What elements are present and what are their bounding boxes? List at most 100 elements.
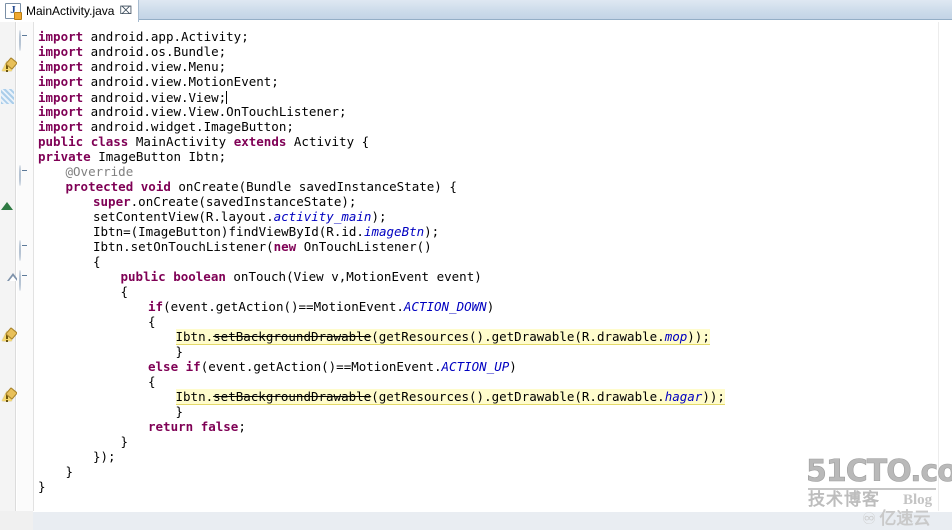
code-tokens: { (148, 374, 156, 389)
watermark-blog-label: Blog (903, 492, 933, 508)
code-token: (getResources().getDrawable(R.drawable. (371, 329, 665, 344)
code-line[interactable]: private ImageButton Ibtn; (38, 149, 226, 164)
code-token: public (120, 269, 166, 284)
code-line[interactable]: } (66, 464, 74, 479)
code-line[interactable]: import android.os.Bundle; (38, 44, 226, 59)
fold-collapse-icon[interactable] (19, 270, 21, 291)
code-token: setBackgroundDrawable (213, 389, 372, 404)
code-token: { (148, 374, 156, 389)
code-tokens: public class MainActivity extends Activi… (38, 134, 369, 149)
code-tokens: } (38, 479, 46, 494)
watermark-cloud-label: 亿速云 (879, 509, 931, 529)
editor-tab-label: MainActivity.java (26, 4, 115, 18)
code-tokens: import android.widget.ImageButton; (38, 119, 294, 134)
code-token: import (38, 119, 84, 134)
watermark-brand: 51CTO.com (806, 454, 952, 489)
code-token: ); (371, 209, 387, 224)
editor-tab-mainactivity[interactable]: MainActivity.java ⌧ (0, 0, 140, 22)
code-line[interactable]: } (176, 404, 184, 419)
code-tokens: }); (93, 449, 116, 464)
code-line[interactable]: { (93, 254, 101, 269)
annotation-gutter[interactable] (0, 22, 18, 511)
code-token: ); (424, 224, 440, 239)
fold-collapse-icon[interactable] (19, 30, 21, 51)
code-line[interactable]: public boolean onTouch(View v,MotionEven… (121, 269, 482, 284)
code-tokens: protected void onCreate(Bundle savedInst… (66, 179, 457, 194)
code-token: } (175, 404, 184, 419)
code-tokens: } (121, 434, 129, 449)
override-method-marker-icon[interactable] (1, 183, 13, 210)
code-token: MainActivity (128, 134, 234, 149)
code-token: )); (687, 329, 710, 344)
code-line[interactable]: } (38, 479, 46, 494)
deprecated-call: Ibtn.setBackgroundDrawable(getResources(… (175, 329, 710, 344)
code-line[interactable]: { (121, 284, 129, 299)
code-line[interactable]: }); (93, 449, 116, 464)
code-tokens: } (176, 404, 184, 419)
code-token: @Override (65, 164, 134, 179)
code-tokens: public boolean onTouch(View v,MotionEven… (121, 269, 482, 284)
code-token: boolean (173, 269, 226, 284)
code-token: else (148, 359, 179, 374)
code-line[interactable]: if(event.getAction()==MotionEvent.ACTION… (148, 299, 494, 314)
code-line[interactable]: Ibtn.setBackgroundDrawable(getResources(… (175, 389, 725, 404)
editor-bottom-left-block (0, 511, 33, 530)
code-tokens: import android.view.View; (38, 90, 226, 105)
code-line[interactable]: protected void onCreate(Bundle savedInst… (66, 179, 457, 194)
code-line[interactable]: import android.view.MotionEvent; (38, 74, 279, 89)
code-token: android.widget.ImageButton; (83, 119, 294, 134)
code-token: ACTION_DOWN (403, 299, 487, 314)
code-token: private (38, 149, 91, 164)
changed-line-marker[interactable] (1, 89, 14, 104)
code-tokens: private ImageButton Ibtn; (38, 149, 226, 164)
code-line[interactable]: import android.widget.ImageButton; (38, 119, 294, 134)
code-line[interactable]: } (121, 434, 129, 449)
code-line[interactable]: Ibtn.setOnTouchListener(new OnTouchListe… (93, 239, 432, 254)
code-token: void (140, 179, 171, 194)
code-token: protected (65, 179, 134, 194)
code-token: Ibtn. (175, 389, 214, 404)
code-line[interactable]: super.onCreate(savedInstanceState); (93, 194, 356, 209)
code-token: android.view.Menu; (83, 59, 227, 74)
code-line[interactable]: @Override (66, 164, 134, 179)
code-token: Ibtn. (175, 329, 214, 344)
code-line[interactable]: Ibtn=(ImageButton)findViewById(R.id.imag… (93, 224, 439, 239)
folding-gutter[interactable] (17, 22, 33, 511)
code-token: setBackgroundDrawable (213, 329, 372, 344)
code-line[interactable]: } (176, 344, 184, 359)
code-line[interactable]: import android.view.View.OnTouchListener… (38, 104, 347, 119)
watermark-subtitle: 技术博客 (808, 490, 880, 510)
code-line[interactable]: Ibtn.setBackgroundDrawable(getResources(… (175, 329, 710, 344)
code-token: if (148, 299, 164, 314)
code-line[interactable]: return false; (148, 419, 246, 434)
code-token: android.view.View; (83, 90, 227, 105)
code-line[interactable]: else if(event.getAction()==MotionEvent.A… (148, 359, 517, 374)
code-tokens: } (66, 464, 74, 479)
code-token: ImageButton Ibtn; (90, 149, 227, 164)
code-token: (getResources().getDrawable(R.drawable. (371, 389, 665, 404)
code-line[interactable]: setContentView(R.layout.activity_main); (93, 209, 387, 224)
code-line[interactable]: { (148, 314, 156, 329)
code-line[interactable]: import android.view.Menu; (38, 59, 226, 74)
code-tokens: { (93, 254, 101, 269)
code-token: android.os.Bundle; (83, 44, 227, 59)
code-token: public (38, 134, 84, 149)
code-token: super (93, 194, 131, 209)
code-line[interactable]: import android.app.Activity; (38, 29, 249, 44)
code-tokens: import android.view.Menu; (38, 59, 226, 74)
code-token: } (120, 434, 129, 449)
code-token: { (93, 254, 101, 269)
code-line[interactable]: public class MainActivity extends Activi… (38, 134, 369, 149)
code-text-area[interactable]: import android.app.Activity; import andro… (34, 22, 952, 511)
fold-collapse-icon[interactable] (19, 240, 21, 261)
code-line[interactable]: { (148, 374, 156, 389)
close-icon[interactable]: ⌧ (119, 0, 132, 22)
code-tokens: super.onCreate(savedInstanceState); (93, 194, 356, 209)
code-editor[interactable]: import android.app.Activity; import andro… (0, 22, 952, 511)
fold-collapse-icon[interactable] (19, 165, 21, 186)
watermark: 51CTO.com 技术博客 Blog ♾ 亿速云 (806, 454, 952, 530)
code-token: activity_main (273, 209, 372, 224)
overview-ruler[interactable] (938, 22, 952, 511)
code-line[interactable]: import android.view.View; (38, 89, 228, 105)
